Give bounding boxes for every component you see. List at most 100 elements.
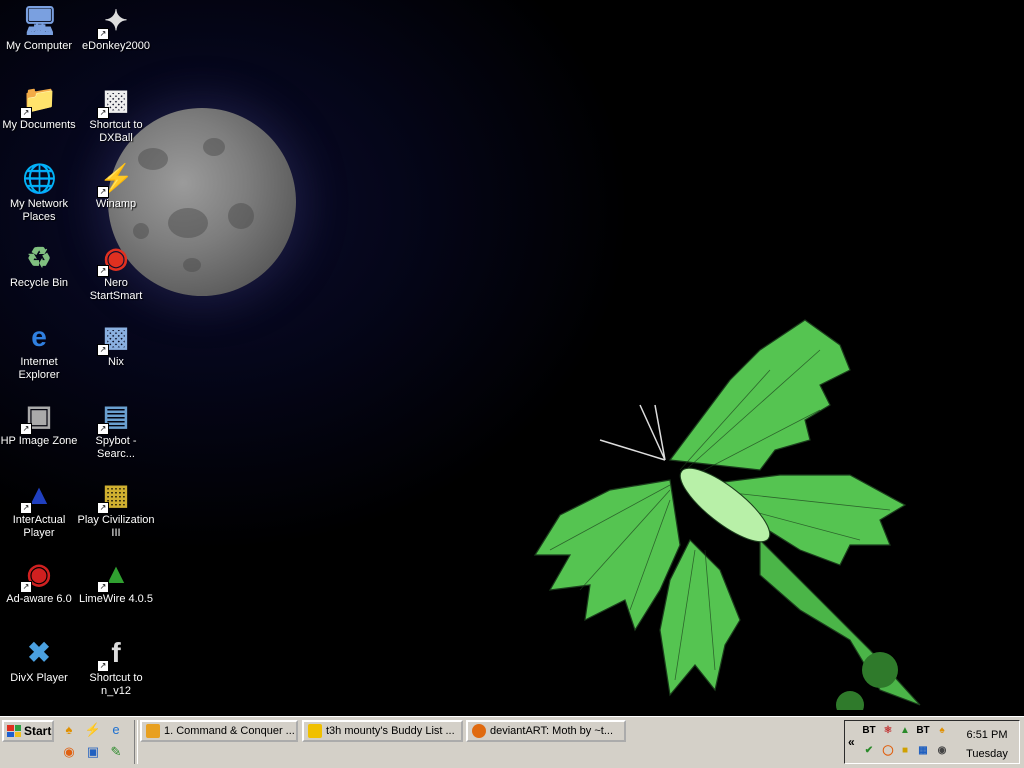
- recycle-bin-icon: ♻: [26, 242, 52, 273]
- winamp-icon: ⚡ ↗: [97, 163, 134, 198]
- desktop-icon-dxball[interactable]: ▩ ↗ Shortcut to DXBall: [77, 83, 155, 145]
- shortcut-arrow-icon: ↗: [97, 28, 109, 40]
- desktop-icon-adaware[interactable]: ◉ ↗ Ad-aware 6.0: [0, 557, 78, 606]
- shortcut-arrow-icon: ↗: [97, 186, 109, 198]
- nero-icon: ◉ ↗: [97, 241, 133, 277]
- desktop-icon-hp-image[interactable]: ▣ ↗ HP Image Zone: [0, 399, 78, 448]
- desktop-icon-label: Play Civilization III: [77, 514, 155, 539]
- desktop-icon-label: LimeWire 4.0.5: [79, 593, 153, 605]
- aim-icon: [308, 724, 322, 738]
- limewire-icon: ▲ ↗: [97, 557, 133, 593]
- desktop-icon-nero[interactable]: ◉ ↗ Nero StartSmart: [77, 241, 155, 303]
- taskbar: Start ♠ ⚡ e ◉ ▣ ✎ 1. Command & Conquer .…: [0, 716, 1024, 768]
- desktop-icon-label: My Computer: [5, 40, 73, 52]
- desktop-icon-label: Spybot - Searc...: [95, 435, 137, 460]
- dxball-icon: ▩ ↗: [97, 83, 133, 119]
- desktop-icon-label: eDonkey2000: [82, 40, 150, 52]
- desktop-icon-label: DivX Player: [10, 672, 68, 684]
- ie-icon[interactable]: e: [107, 721, 125, 739]
- desktop-icon-interactual[interactable]: ▲ ↗ InterActual Player: [0, 478, 78, 540]
- nix-icon: ▩ ↗: [97, 320, 133, 356]
- desktop-icon-recycle-bin[interactable]: ♻ Recycle Bin: [0, 241, 78, 290]
- taskbar-separator: [134, 720, 138, 764]
- divx-icon: ✖: [27, 637, 51, 668]
- desktop-icon-winamp[interactable]: ⚡ ↗ Winamp: [77, 162, 155, 211]
- system-tray: « BT ⚛ ▲ BT ♠ ✔ ◯ ■ ▦ ◉ 6:51 PM Tuesday: [844, 720, 1020, 764]
- desktop-icon-edonkey[interactable]: ✦ ↗ eDonkey2000: [77, 4, 155, 53]
- task-label: deviantART: Moth by ~t...: [490, 725, 613, 737]
- shortcut-arrow-icon: ↗: [97, 581, 109, 593]
- desktop-icon-label: Nero StartSmart: [89, 277, 143, 302]
- desktop-icon-label: Shortcut to n_v12: [89, 672, 143, 697]
- windows-logo-icon: [7, 725, 21, 737]
- desktop-icon-ie[interactable]: e Internet Explorer: [0, 320, 78, 382]
- desktop-icon-divx[interactable]: ✖ DivX Player: [0, 636, 78, 685]
- task-label: t3h mounty's Buddy List ...: [326, 725, 455, 737]
- shortcut-arrow-icon: ↗: [97, 423, 109, 435]
- flash-icon: f ↗: [97, 636, 133, 672]
- folder-tray-icon[interactable]: ■: [897, 743, 913, 759]
- edonkey-icon: ✦ ↗: [97, 4, 133, 40]
- volume-icon[interactable]: ◉: [934, 743, 950, 759]
- task-deviantart[interactable]: deviantART: Moth by ~t...: [466, 720, 626, 742]
- desktop-icon-label: Ad-aware 6.0: [6, 593, 72, 605]
- shortcut-arrow-icon: ↗: [20, 581, 32, 593]
- desktop-icon-label: Shortcut to DXBall: [89, 119, 143, 144]
- notepad-icon[interactable]: ✎: [107, 743, 125, 761]
- clock-day: Tuesday: [966, 748, 1008, 760]
- shortcut-arrow-icon: ↗: [97, 660, 109, 672]
- desktop-icon-label: Winamp: [95, 198, 137, 210]
- aim-tray-icon[interactable]: ♠: [934, 723, 950, 739]
- bt-icon[interactable]: BT: [861, 723, 877, 739]
- adaware-icon: ◉ ↗: [20, 557, 56, 593]
- desktop-icon-label: Nix: [108, 356, 124, 368]
- civ3-icon: ▦ ↗: [97, 478, 133, 514]
- network-tray-icon[interactable]: ▦: [915, 743, 931, 759]
- interactual-icon: ▲ ↗: [20, 478, 56, 514]
- desktop-icon-label: Internet Explorer: [18, 356, 60, 381]
- desktop[interactable]: 🖥 My Computer ✦ ↗ eDonkey2000 📁 ↗ My Documents ▩…: [0, 0, 1024, 716]
- shortcut-arrow-icon: ↗: [97, 107, 109, 119]
- task-buddy-list[interactable]: t3h mounty's Buddy List ...: [302, 720, 463, 742]
- desktop-icon-label: Recycle Bin: [9, 277, 69, 289]
- shortcut-arrow-icon: ↗: [20, 423, 32, 435]
- desktop-icon-computer[interactable]: 🖥 My Computer: [0, 4, 78, 53]
- aim-icon[interactable]: ♠: [60, 721, 78, 739]
- security-check-icon[interactable]: ✔: [861, 743, 877, 759]
- bt-icon-2[interactable]: BT: [915, 723, 931, 739]
- clock-time: 6:51 PM: [966, 729, 1008, 741]
- desktop-icon-spybot[interactable]: ▤ ↗ Spybot - Searc...: [77, 399, 155, 461]
- firefox-icon[interactable]: ◉: [60, 743, 78, 761]
- spybot-icon: ▤ ↗: [97, 399, 133, 435]
- desktop-icon-limewire[interactable]: ▲ ↗ LimeWire 4.0.5: [77, 557, 155, 606]
- desktop-icon-network[interactable]: 🌐 My Network Places: [0, 162, 78, 224]
- tray-expand-chevron[interactable]: «: [848, 735, 855, 749]
- ie-icon: e: [31, 321, 47, 352]
- desktop-icon-label: HP Image Zone: [0, 435, 78, 447]
- folder-icon: 📁 ↗: [20, 84, 57, 119]
- shortcut-arrow-icon: ↗: [20, 502, 32, 514]
- antivirus-icon[interactable]: ⚛: [880, 723, 896, 739]
- task-label: 1. Command & Conquer ...: [164, 725, 295, 737]
- firewall-icon[interactable]: ◯: [880, 743, 896, 759]
- desktop-icon-label: InterActual Player: [12, 514, 66, 539]
- start-label: Start: [24, 724, 52, 738]
- network-icon: 🌐: [22, 163, 57, 194]
- task-command-conquer[interactable]: 1. Command & Conquer ...: [140, 720, 298, 742]
- desktop-icon-folder[interactable]: 📁 ↗ My Documents: [0, 83, 78, 132]
- show-desktop-icon[interactable]: ▣: [84, 743, 102, 761]
- computer-icon: 🖥: [22, 5, 58, 36]
- shortcut-arrow-icon: ↗: [20, 107, 32, 119]
- cnc-icon: [146, 724, 160, 738]
- desktop-icon-civ3[interactable]: ▦ ↗ Play Civilization III: [77, 478, 155, 540]
- shortcut-arrow-icon: ↗: [97, 502, 109, 514]
- limewire-tray-icon[interactable]: ▲: [897, 723, 913, 739]
- desktop-icon-nix[interactable]: ▩ ↗ Nix: [77, 320, 155, 369]
- start-button[interactable]: Start: [2, 720, 54, 742]
- desktop-icon-label: My Documents: [2, 119, 76, 131]
- shortcut-arrow-icon: ↗: [97, 265, 109, 277]
- hp-image-icon: ▣ ↗: [20, 399, 56, 435]
- desktop-icon-flash[interactable]: f ↗ Shortcut to n_v12: [77, 636, 155, 698]
- clock[interactable]: 6:51 PM Tuesday: [957, 726, 1017, 764]
- winamp-icon[interactable]: ⚡: [84, 721, 102, 739]
